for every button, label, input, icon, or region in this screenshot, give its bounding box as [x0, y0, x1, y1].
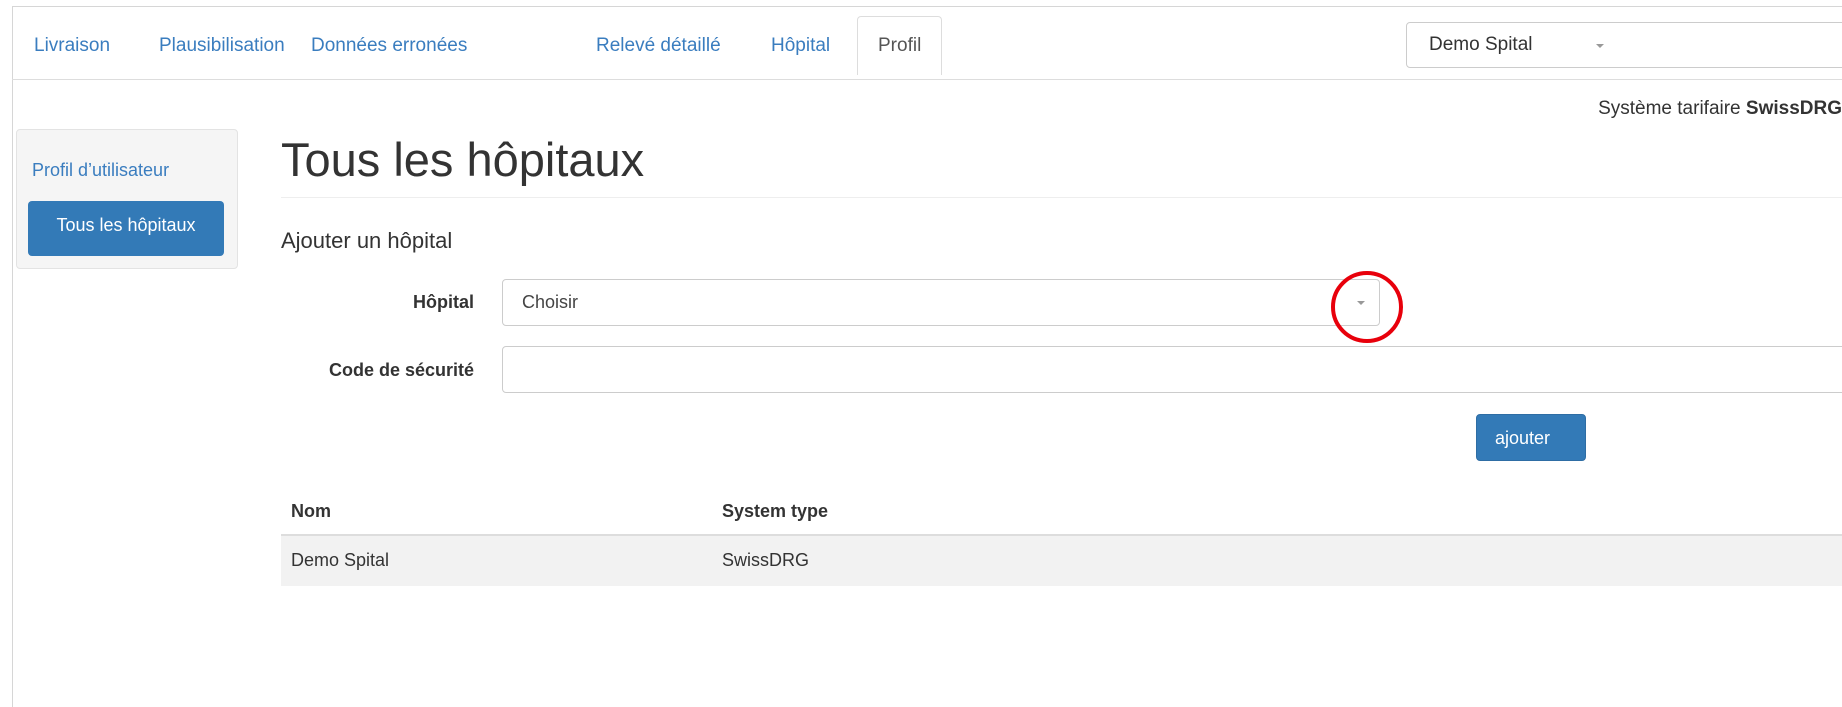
tab-releve-detaille[interactable]: Relevé détaillé — [596, 18, 721, 74]
select-caret-icon — [1357, 301, 1365, 305]
tariff-label: Système tarifaire — [1598, 98, 1741, 119]
tab-donnees-erronees[interactable]: Données erronées — [311, 18, 467, 74]
cell-system-type: SwissDRG — [722, 550, 810, 570]
section-title-add-hospital: Ajouter un hôpital — [281, 228, 453, 253]
navbar-divider — [12, 79, 1842, 80]
page-title: Tous les hôpitaux — [281, 133, 645, 186]
tariff-value: SwissDRG — [1745, 98, 1842, 119]
tab-plausibilisation[interactable]: Plausibilisation — [159, 18, 285, 74]
table-row — [281, 536, 1842, 586]
tariff-system-info: Système tarifaire SwissDRG — [1598, 98, 1842, 120]
hospital-selector-dropdown[interactable]: Demo Spital — [1406, 22, 1842, 68]
tab-profil[interactable]: Profil — [857, 16, 943, 75]
tab-hopital[interactable]: Hôpital — [771, 18, 830, 74]
tab-livraison[interactable]: Livraison — [34, 18, 110, 74]
cell-hospital-name: Demo Spital — [291, 550, 390, 570]
hospital-field-label: Hôpital — [413, 292, 474, 312]
title-divider — [281, 197, 1842, 198]
column-header-nom: Nom — [291, 501, 331, 521]
hospital-select[interactable]: Choisir — [502, 279, 1380, 326]
caret-down-icon — [1596, 44, 1604, 48]
column-header-system-type: System type — [722, 501, 829, 521]
sidebar-item-label: Tous les hôpitaux — [56, 215, 196, 235]
security-code-input[interactable] — [502, 346, 1842, 393]
sidebar-item-profil-utilisateur[interactable]: Profil d’utilisateur — [32, 160, 169, 181]
hospital-select-value: Choisir — [522, 292, 579, 312]
sidebar-item-tous-les-hopitaux[interactable]: Tous les hôpitaux — [28, 201, 224, 256]
security-code-label: Code de sécurité — [328, 360, 474, 380]
hospital-selector-value: Demo Spital — [1429, 34, 1533, 55]
add-hospital-button[interactable]: ajouter — [1476, 414, 1586, 461]
